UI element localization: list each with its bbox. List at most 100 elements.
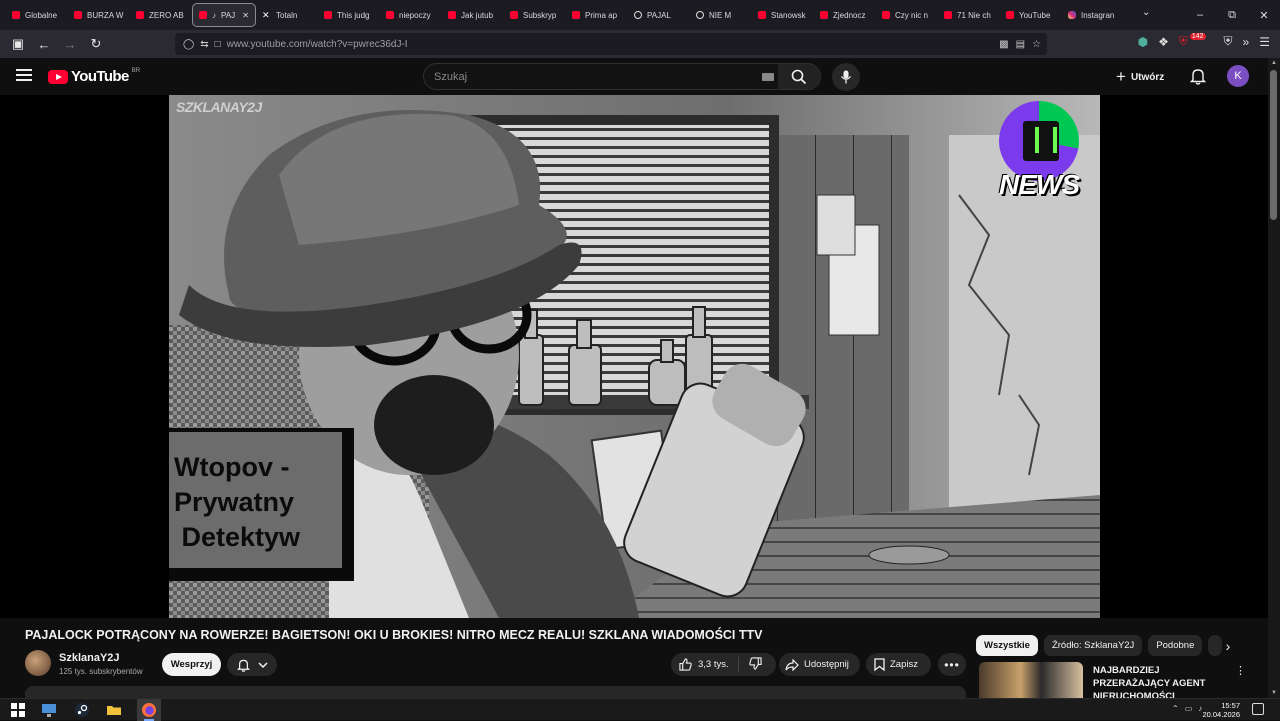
search-icon [791, 69, 807, 84]
bell-icon [236, 659, 250, 672]
address-bar[interactable]: ◯ ⇆ □ www.youtube.com/watch?v=pwrec36dJ-… [175, 33, 1047, 55]
browser-tab[interactable]: ✕ Totaln [256, 3, 318, 27]
instagram-icon [1068, 11, 1076, 19]
close-tab-icon[interactable]: ✕ [242, 11, 249, 20]
scrollbar-thumb[interactable] [1270, 70, 1277, 220]
like-dislike-group: 3,3 tys. [671, 653, 776, 676]
chip-related[interactable]: Podobne [1148, 635, 1203, 656]
browser-tab[interactable]: Globalne [6, 3, 68, 27]
browser-tab[interactable]: Instagran [1062, 3, 1124, 27]
app-menu-icon[interactable]: ☰ [1259, 35, 1270, 49]
windows-start-icon[interactable] [10, 702, 26, 718]
browser-tab[interactable]: ♪ PAJ ✕ [192, 3, 256, 27]
network-icon[interactable]: ▭ [1185, 704, 1193, 713]
close-window-button[interactable]: ✕ [1248, 0, 1280, 30]
browser-tab[interactable]: This judg [318, 3, 380, 27]
monitor-app-icon[interactable] [41, 702, 57, 718]
tab-label: ZERO AB [149, 10, 184, 20]
subscription-bell-button[interactable] [227, 653, 277, 676]
sidebar-toggle-icon[interactable]: ▣ [6, 32, 30, 56]
shield-icon[interactable]: ◯ [183, 39, 194, 50]
voice-search-button[interactable] [832, 63, 860, 91]
steam-icon[interactable] [74, 702, 90, 718]
browser-tab[interactable]: 71 Nie ch [938, 3, 1000, 27]
extension-icon[interactable]: ⬢ [1138, 35, 1148, 49]
share-button[interactable]: Udostępnij [779, 653, 860, 676]
browser-tab[interactable]: Zjednocz [814, 3, 876, 27]
extensions-puzzle-icon[interactable]: ❖ [1158, 35, 1169, 49]
microphone-icon [840, 70, 852, 84]
browser-tab[interactable]: NIE M [690, 3, 752, 27]
caption-line-3: Detektyw [174, 522, 301, 552]
browser-tab[interactable]: niepoczy [380, 3, 442, 27]
youtube-icon [882, 11, 890, 19]
minimize-button[interactable]: – [1184, 0, 1216, 30]
chips-next-chevron-icon[interactable]: › [1219, 637, 1237, 655]
browser-tab[interactable]: Prima ap [566, 3, 628, 27]
save-button[interactable]: Zapisz [866, 653, 931, 676]
channel-avatar[interactable] [25, 650, 51, 676]
video-player[interactable]: SZKLANAY2J NEWS Wtopov - Prywatny Detekt… [0, 95, 1268, 618]
recommendation-thumbnail[interactable] [979, 662, 1083, 698]
account-avatar[interactable]: K [1227, 65, 1249, 87]
page-scrollbar[interactable]: ▲ ▼ [1268, 58, 1280, 698]
tab-list-chevron-icon[interactable]: ⌄ [1142, 7, 1150, 18]
more-actions-button[interactable]: ••• [938, 653, 966, 676]
chip-all[interactable]: Wszystkie [976, 635, 1038, 656]
bookmark-star-icon[interactable]: ☆ [1032, 39, 1041, 50]
browser-tab[interactable]: BURZA W [68, 3, 130, 27]
menu-icon[interactable] [16, 69, 32, 81]
keyboard-icon[interactable] [762, 73, 774, 81]
browser-tab[interactable]: ZERO AB [130, 3, 192, 27]
like-button[interactable]: 3,3 tys. [671, 657, 739, 672]
browser-tab[interactable]: Subskryp [504, 3, 566, 27]
description-box[interactable] [25, 686, 966, 698]
recommendation-menu-icon[interactable]: ⋮ [1235, 664, 1246, 677]
youtube-logo[interactable]: YouTube BR [48, 68, 140, 85]
url-text[interactable]: www.youtube.com/watch?v=pwrec36dJ-I [227, 39, 408, 50]
bell-icon [1189, 69, 1207, 85]
youtube-icon [758, 11, 766, 19]
search-input[interactable] [434, 69, 754, 85]
scroll-up-icon[interactable]: ▲ [1271, 60, 1277, 66]
video-title: PAJALOCK POTRĄCONY NA ROWERZE! BAGIETSON… [25, 628, 763, 642]
permissions-icon[interactable]: ⇆ [200, 39, 208, 50]
scroll-down-icon[interactable]: ▼ [1271, 690, 1277, 696]
search-button[interactable] [778, 64, 820, 89]
tray-chevron-icon[interactable]: ⌃ [1172, 704, 1179, 713]
chip-source[interactable]: Źródło: SzklanaY2J [1043, 635, 1143, 656]
video-frame[interactable]: SZKLANAY2J NEWS Wtopov - Prywatny Detekt… [169, 95, 1100, 618]
browser-tab[interactable]: PAJAL [628, 3, 690, 27]
support-button[interactable]: Wesprzyj [162, 653, 221, 676]
shield-extension-icon[interactable]: ⛨ [1224, 34, 1233, 49]
create-button[interactable]: + Utwórz [1116, 66, 1164, 88]
browser-nav-bar: ▣ ← → ↻ ◯ ⇆ □ www.youtube.com/watch?v=pw… [0, 30, 1280, 58]
system-tray: ⌃ ▭ ♪ [1172, 704, 1202, 713]
youtube-icon [74, 11, 82, 19]
extension-badge: 142 [1189, 33, 1206, 40]
pip-icon[interactable]: ▩ [999, 39, 1008, 50]
browser-tab[interactable]: Czy nic n [876, 3, 938, 27]
browser-tab[interactable]: Stanowsk [752, 3, 814, 27]
file-explorer-icon[interactable] [106, 702, 122, 718]
back-button[interactable]: ← [32, 32, 56, 56]
overflow-chevron-icon[interactable]: » [1243, 35, 1250, 49]
browser-tab[interactable]: Jak jutub [442, 3, 504, 27]
taskbar-clock[interactable]: 15:57 20.04.2026 [1202, 701, 1240, 719]
restore-button[interactable]: ⧉ [1216, 0, 1248, 30]
reload-button[interactable]: ↻ [84, 32, 108, 56]
firefox-icon[interactable] [141, 702, 157, 718]
forward-button[interactable]: → [58, 32, 82, 56]
ublock-icon[interactable]: ⛨ [1179, 34, 1188, 49]
thumbs-up-icon [679, 658, 692, 671]
dislike-button[interactable] [739, 656, 762, 673]
chevron-down-icon [257, 661, 268, 668]
browser-tab[interactable]: YouTube [1000, 3, 1062, 27]
caption-line-1: Wtopov - [174, 452, 290, 482]
channel-name[interactable]: SzklanaY2J [59, 652, 120, 664]
speaker-icon[interactable]: ♪ [212, 11, 216, 20]
reader-view-icon[interactable]: ▤ [1016, 39, 1025, 50]
filter-chips: Wszystkie Źródło: SzklanaY2J Podobne [976, 635, 1223, 656]
notification-center-icon[interactable] [1252, 703, 1264, 715]
notifications-button[interactable] [1189, 67, 1207, 90]
